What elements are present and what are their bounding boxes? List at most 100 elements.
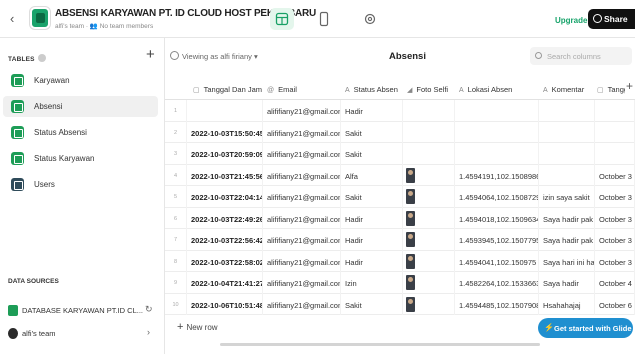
cell-komentar[interactable]: Saya hadir bbox=[539, 272, 595, 294]
table-row[interactable]: 10 2022-10-06T10:51:48. alififiany21@gmail… bbox=[165, 293, 635, 315]
cell-email[interactable]: alififiany21@gmail.com bbox=[263, 229, 341, 251]
table-row[interactable]: 6 2022-10-03T22:49:26 alififiany21@gmail.c… bbox=[165, 207, 635, 229]
cell-status[interactable]: Hadir bbox=[341, 207, 403, 229]
get-started-button[interactable]: ⚡ Get started with Glide bbox=[538, 318, 633, 338]
cell-tanggal[interactable]: 2022-10-03T22:56:42 bbox=[187, 229, 263, 251]
cell-lokasi[interactable]: 1.4594018,102.1509634 bbox=[455, 207, 539, 229]
cell-lokasi[interactable] bbox=[455, 121, 539, 143]
add-column-button[interactable]: + bbox=[626, 79, 633, 93]
cell-tanggal2[interactable] bbox=[595, 143, 635, 165]
share-button[interactable]: Share bbox=[588, 9, 635, 29]
selfie-thumbnail[interactable] bbox=[406, 275, 415, 290]
cell-tanggal2[interactable] bbox=[595, 121, 635, 143]
cell-status[interactable]: Hadir bbox=[341, 229, 403, 251]
viewing-as-selector[interactable]: Viewing as alfi firiany ▾ bbox=[170, 51, 258, 61]
cell-email[interactable]: alififiany21@gmail.com bbox=[263, 121, 341, 143]
cell-tanggal2[interactable]: October 3 bbox=[595, 229, 635, 251]
cell-foto[interactable] bbox=[403, 250, 455, 272]
cell-tanggal2[interactable]: October 3 bbox=[595, 186, 635, 208]
cell-email[interactable]: alififiany21@gmail.com bbox=[263, 143, 341, 165]
cell-tanggal2[interactable]: October 6 bbox=[595, 293, 635, 315]
sidebar-item-absensi[interactable]: Absensi bbox=[3, 96, 158, 117]
sidebar-item-karyawan[interactable]: Karyawan bbox=[3, 70, 158, 91]
cell-lokasi[interactable]: 1.4594485,102.1507908 bbox=[455, 293, 539, 315]
table-row[interactable]: 7 2022-10-03T22:56:42 alififiany21@gmail.c… bbox=[165, 229, 635, 251]
layout-tab[interactable] bbox=[312, 8, 336, 30]
selfie-thumbnail[interactable] bbox=[406, 210, 415, 226]
cell-status[interactable]: Alfa bbox=[341, 164, 403, 186]
cell-komentar[interactable]: Saya hadir pak bbox=[539, 207, 595, 229]
sidebar-item-status-absensi[interactable]: Status Absensi bbox=[3, 122, 158, 143]
help-icon[interactable] bbox=[37, 54, 46, 62]
cell-foto[interactable] bbox=[403, 164, 455, 186]
settings-tab[interactable] bbox=[358, 8, 382, 30]
sidebar-item-users[interactable]: Users bbox=[3, 174, 158, 195]
cell-email[interactable]: alififiany21@gmail.com bbox=[263, 186, 341, 208]
cell-email[interactable]: alififiany21@gmail.com bbox=[263, 250, 341, 272]
table-row[interactable]: 5 2022-10-03T22:04:14 alififiany21@gmail.c… bbox=[165, 186, 635, 208]
add-table-button[interactable]: + bbox=[146, 46, 155, 63]
cell-komentar[interactable] bbox=[539, 164, 595, 186]
table-row[interactable]: 4 2022-10-03T21:45:56 alififiany21@gmail.c… bbox=[165, 164, 635, 186]
selfie-thumbnail[interactable] bbox=[406, 232, 415, 247]
data-source-item[interactable]: DATABASE KARYAWAN PT.ID CL... bbox=[8, 305, 143, 316]
cell-status[interactable]: Sakit bbox=[341, 293, 403, 315]
table-row[interactable]: 2 2022-10-03T15:50:45 alififiany21@gmail.c… bbox=[165, 121, 635, 143]
cell-tanggal[interactable]: 2022-10-03T22:58:02 bbox=[187, 250, 263, 272]
cell-tanggal[interactable]: 2022-10-03T20:59:09 bbox=[187, 143, 263, 165]
cell-status[interactable]: Izin bbox=[341, 272, 403, 294]
cell-tanggal2[interactable]: October 3 bbox=[595, 207, 635, 229]
table-row[interactable]: 9 2022-10-04T21:41:27. alififiany21@gmail.… bbox=[165, 272, 635, 294]
column-header-lokasi[interactable]: A Lokasi Absen bbox=[455, 78, 538, 100]
selfie-thumbnail[interactable] bbox=[406, 296, 415, 312]
table-row[interactable]: 1 alififiany21@gmail.com Hadir bbox=[165, 100, 635, 122]
cell-lokasi[interactable] bbox=[455, 100, 539, 122]
cell-email[interactable]: alififiany21@gmail.com bbox=[263, 272, 341, 294]
column-header-foto[interactable]: ◢ Foto Selfi bbox=[403, 78, 455, 100]
table-row[interactable]: 8 2022-10-03T22:58:02 alififiany21@gmail.c… bbox=[165, 250, 635, 272]
cell-status[interactable]: Hadir bbox=[341, 250, 403, 272]
column-header-tanggal2[interactable]: ▢Tangg bbox=[595, 78, 625, 100]
chevron-right-icon[interactable]: › bbox=[147, 327, 150, 337]
cell-email[interactable]: alififiany21@gmail.com bbox=[263, 100, 341, 122]
cell-komentar[interactable] bbox=[539, 121, 595, 143]
cell-status[interactable]: Sakit bbox=[341, 121, 403, 143]
cell-komentar[interactable]: Saya hadir pak l bbox=[539, 229, 595, 251]
cell-tanggal[interactable]: 2022-10-03T22:04:14 bbox=[187, 186, 263, 208]
cell-foto[interactable] bbox=[403, 207, 455, 229]
selfie-thumbnail[interactable] bbox=[406, 167, 415, 183]
cell-lokasi[interactable] bbox=[455, 143, 539, 165]
cell-lokasi[interactable]: 1.4594191,102.1508986 bbox=[455, 164, 539, 186]
cell-foto[interactable] bbox=[403, 100, 455, 122]
cell-email[interactable]: alififiany21@gmail.com bbox=[263, 164, 341, 186]
cell-email[interactable]: alififiany21@gmail.com bbox=[263, 293, 341, 315]
cell-tanggal[interactable] bbox=[187, 100, 263, 122]
cell-lokasi[interactable]: 1.4582264,102.1533663 bbox=[455, 272, 539, 294]
cell-tanggal[interactable]: 2022-10-03T21:45:56 bbox=[187, 164, 263, 186]
cell-tanggal2[interactable] bbox=[595, 100, 635, 122]
selfie-thumbnail[interactable] bbox=[406, 189, 415, 204]
sidebar-item-status-karyawan[interactable]: Status Karyawan bbox=[3, 148, 158, 169]
cell-foto[interactable] bbox=[403, 186, 455, 208]
cell-komentar[interactable]: Saya hari ini hac bbox=[539, 250, 595, 272]
cell-komentar[interactable]: izin saya sakit bbox=[539, 186, 595, 208]
cell-komentar[interactable] bbox=[539, 143, 595, 165]
cell-lokasi[interactable]: 1.4594041,102.150975 bbox=[455, 250, 539, 272]
data-editor-tab[interactable] bbox=[270, 8, 294, 30]
cell-foto[interactable] bbox=[403, 229, 455, 251]
cell-tanggal2[interactable]: October 3 bbox=[595, 164, 635, 186]
cell-status[interactable]: Hadir bbox=[341, 100, 403, 122]
cell-foto[interactable] bbox=[403, 293, 455, 315]
cell-tanggal2[interactable]: October 4 bbox=[595, 272, 635, 294]
cell-foto[interactable] bbox=[403, 121, 455, 143]
search-columns-input[interactable]: Search columns bbox=[530, 47, 632, 65]
team-item[interactable]: alfi's team bbox=[8, 328, 56, 339]
cell-komentar[interactable]: Hsahahajaj bbox=[539, 293, 595, 315]
cell-status[interactable]: Sakit bbox=[341, 186, 403, 208]
cell-foto[interactable] bbox=[403, 143, 455, 165]
cell-foto[interactable] bbox=[403, 272, 455, 294]
cell-tanggal[interactable]: 2022-10-04T21:41:27. bbox=[187, 272, 263, 294]
selfie-thumbnail[interactable] bbox=[406, 253, 415, 269]
cell-tanggal[interactable]: 2022-10-06T10:51:48. bbox=[187, 293, 263, 315]
cell-status[interactable]: Sakit bbox=[341, 143, 403, 165]
